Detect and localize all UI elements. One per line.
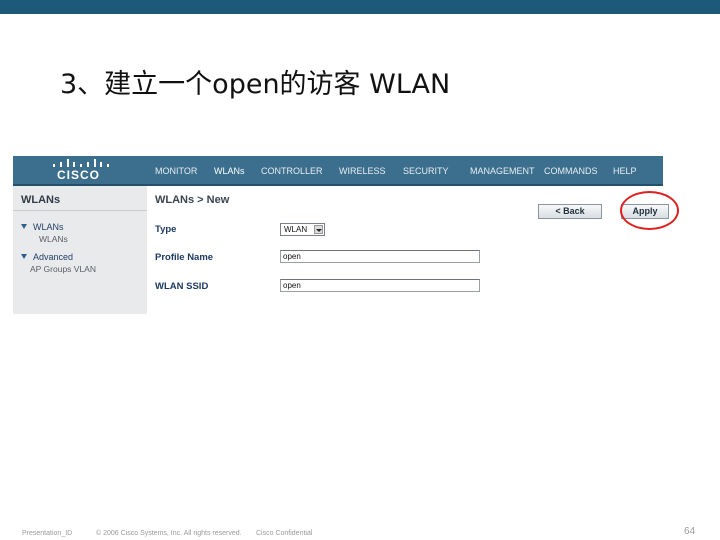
- page-number: 64: [684, 526, 696, 537]
- expand-triangle-icon: [21, 224, 27, 229]
- sidebar-divider: [13, 210, 147, 211]
- slide-title: 3、建立一个open的访客 WLAN: [60, 69, 451, 100]
- menu-security[interactable]: SECURITY: [403, 166, 449, 176]
- controller-screenshot: CISCO MONITOR WLANs CONTROLLER WIRELESS …: [13, 156, 669, 314]
- profile-name-input[interactable]: open: [280, 250, 480, 263]
- menu-wlans[interactable]: WLANs: [214, 166, 245, 176]
- menu-wireless[interactable]: WIRELESS: [339, 166, 386, 176]
- sidebar-title: WLANs: [21, 194, 61, 206]
- header-band: [0, 0, 720, 14]
- main-content: WLANs > New < Back Apply Type WLAN Profi…: [147, 186, 669, 314]
- type-select[interactable]: WLAN: [280, 223, 325, 236]
- menu-help[interactable]: HELP: [613, 166, 637, 176]
- apply-highlight-circle: [620, 191, 679, 230]
- cisco-bridge-icon: [53, 158, 109, 167]
- type-label: Type: [155, 224, 177, 235]
- wlan-ssid-label: WLAN SSID: [155, 281, 209, 292]
- sidebar: WLANs WLANs WLANs Advanced AP Groups VLA…: [13, 186, 147, 314]
- back-button[interactable]: < Back: [538, 204, 602, 219]
- wlan-ssid-input[interactable]: open: [280, 279, 480, 292]
- expand-triangle-icon: [21, 254, 27, 259]
- footer-confidential: Cisco Confidential: [256, 530, 313, 537]
- breadcrumb: WLANs > New: [155, 194, 230, 206]
- menu-controller[interactable]: CONTROLLER: [261, 166, 323, 176]
- sidebar-item-label: Advanced: [33, 252, 74, 262]
- sidebar-subitem-wlans[interactable]: WLANs: [39, 234, 68, 244]
- cisco-logo: CISCO: [53, 158, 109, 182]
- menu-monitor[interactable]: MONITOR: [155, 166, 197, 176]
- menu-commands[interactable]: COMMANDS: [544, 166, 598, 176]
- top-nav-bar: CISCO MONITOR WLANs CONTROLLER WIRELESS …: [13, 156, 663, 186]
- footer-presentation-id: Presentation_ID: [22, 530, 73, 537]
- footer-copyright: © 2006 Cisco Systems, Inc. All rights re…: [96, 530, 242, 537]
- type-select-value: WLAN: [284, 225, 308, 234]
- sidebar-item-label: WLANs: [33, 222, 64, 232]
- sidebar-item-wlans[interactable]: WLANs: [21, 222, 64, 232]
- sidebar-subitem-ap-groups-vlan[interactable]: AP Groups VLAN: [30, 264, 96, 274]
- cisco-logo-text: CISCO: [57, 168, 101, 182]
- sidebar-item-advanced[interactable]: Advanced: [21, 252, 73, 262]
- dropdown-arrow-icon: [314, 225, 323, 234]
- menu-management[interactable]: MANAGEMENT: [470, 166, 535, 176]
- profile-name-label: Profile Name: [155, 252, 214, 263]
